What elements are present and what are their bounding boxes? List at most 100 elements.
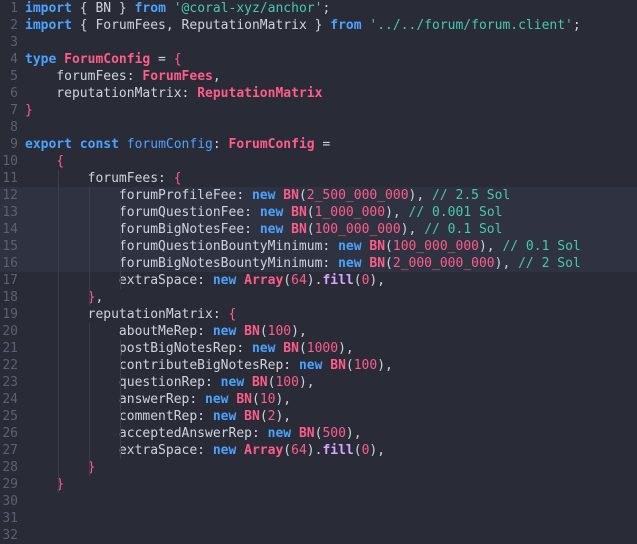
code-token: answerRep: bbox=[25, 392, 206, 407]
code-token: ), bbox=[377, 358, 393, 373]
code-line[interactable]: 10 { bbox=[0, 153, 637, 170]
line-content[interactable]: forumBigNotesFee: new BN(100_000_000), /… bbox=[18, 221, 503, 238]
line-content[interactable]: }, bbox=[18, 289, 104, 306]
code-token: import bbox=[25, 18, 72, 33]
line-number: 24 bbox=[2, 392, 18, 407]
line-content[interactable]: extraSpace: new Array(64).fill(0), bbox=[18, 272, 385, 289]
line-content[interactable]: forumBigNotesBountyMinimum: new BN(2_000… bbox=[18, 255, 581, 272]
code-token: ), bbox=[275, 409, 292, 424]
code-token: 100 bbox=[267, 324, 292, 339]
code-line[interactable]: 16 forumBigNotesBountyMinimum: new BN(2_… bbox=[0, 255, 637, 272]
code-line[interactable]: 12 forumProfileFee: new BN(2_500_000_000… bbox=[0, 187, 637, 204]
code-line[interactable]: 31 bbox=[0, 510, 637, 527]
code-editor[interactable]: 1 import { BN } from '@coral-xyz/anchor';… bbox=[0, 0, 637, 544]
line-content[interactable]: forumFees: ForumFees, bbox=[18, 68, 221, 85]
code-token: ReputationMatrix bbox=[197, 86, 323, 101]
code-line[interactable]: 25 commentRep: new BN(2), bbox=[0, 408, 637, 425]
code-line[interactable]: 22 contributeBigNotesRep: new BN(100), bbox=[0, 357, 637, 374]
code-line[interactable]: 32 bbox=[0, 527, 637, 544]
code-line[interactable]: 8 bbox=[0, 119, 637, 136]
code-token: , bbox=[212, 69, 221, 84]
line-content[interactable]: postBigNotesRep: new BN(1000), bbox=[18, 340, 354, 357]
code-line[interactable]: 4 type ForumConfig = { bbox=[0, 51, 637, 68]
indent-guide bbox=[120, 204, 121, 289]
line-content[interactable]: aboutMeRep: new BN(100), bbox=[18, 323, 307, 340]
code-line[interactable]: 7} bbox=[0, 102, 637, 119]
code-line[interactable]: 1 import { BN } from '@coral-xyz/anchor'; bbox=[0, 0, 637, 17]
code-line[interactable]: 20 aboutMeRep: new BN(100), bbox=[0, 323, 637, 340]
line-content[interactable]: forumQuestionFee: new BN(1_000_000), // … bbox=[18, 204, 503, 221]
code-area[interactable]: 1 import { BN } from '@coral-xyz/anchor';… bbox=[0, 0, 637, 544]
line-content[interactable]: export const forumConfig: ForumConfig = bbox=[18, 136, 330, 153]
code-token: questionRep: bbox=[25, 375, 221, 390]
line-content[interactable] bbox=[18, 527, 25, 544]
line-content[interactable] bbox=[18, 119, 25, 136]
code-line[interactable]: 30 bbox=[0, 493, 637, 510]
code-token: ( bbox=[345, 358, 354, 373]
code-token: aboutMeRep: bbox=[25, 324, 213, 339]
code-line[interactable]: 27 extraSpace: new Array(64).fill(0), bbox=[0, 442, 637, 459]
line-content[interactable]: reputationMatrix: { bbox=[18, 306, 237, 323]
line-content[interactable]: } bbox=[18, 102, 33, 119]
line-content[interactable] bbox=[18, 493, 25, 510]
code-line[interactable]: 14 forumBigNotesFee: new BN(100_000_000)… bbox=[0, 221, 637, 238]
code-line[interactable]: 11 forumFees: { bbox=[0, 170, 637, 187]
code-token: 2_500_000_000 bbox=[306, 188, 409, 203]
code-token: ), bbox=[345, 426, 362, 441]
line-content[interactable]: acceptedAnswerRep: new BN(500), bbox=[18, 425, 362, 442]
code-token: new bbox=[251, 341, 276, 356]
code-line[interactable]: 15 forumQuestionBountyMinimum: new BN(10… bbox=[0, 238, 637, 255]
line-content[interactable]: import { BN } from '@coral-xyz/anchor'; bbox=[18, 0, 330, 17]
line-content[interactable]: forumProfileFee: new BN(2_500_000_000), … bbox=[18, 187, 510, 204]
line-content[interactable] bbox=[18, 34, 25, 51]
code-token: 100_000_000 bbox=[314, 222, 401, 237]
code-line[interactable]: 23 questionRep: new BN(100), bbox=[0, 374, 637, 391]
code-token: new bbox=[298, 358, 323, 373]
line-content[interactable]: forumQuestionBountyMinimum: new BN(100_0… bbox=[18, 238, 581, 255]
code-line[interactable]: 6 reputationMatrix: ReputationMatrix bbox=[0, 85, 637, 102]
code-line[interactable]: 5 forumFees: ForumFees, bbox=[0, 68, 637, 85]
line-number: 6 bbox=[10, 86, 18, 101]
code-token: 500 bbox=[322, 426, 346, 441]
code-line[interactable]: 19 reputationMatrix: { bbox=[0, 306, 637, 323]
code-token: forumQuestionBountyMinimum: bbox=[25, 239, 339, 254]
code-token: ), bbox=[291, 324, 307, 339]
line-content[interactable]: } bbox=[18, 459, 96, 476]
code-line[interactable]: 17 extraSpace: new Array(64).fill(0), bbox=[0, 272, 637, 289]
line-number: 28 bbox=[2, 460, 18, 475]
line-content[interactable]: questionRep: new BN(100), bbox=[18, 374, 315, 391]
code-token: BN bbox=[236, 392, 252, 407]
code-token: 1000 bbox=[306, 341, 339, 356]
code-token: acceptedAnswerRep: bbox=[25, 426, 268, 441]
code-token: 64 bbox=[291, 443, 307, 458]
code-line[interactable]: 3 bbox=[0, 34, 637, 51]
line-content[interactable]: type ForumConfig = { bbox=[18, 51, 182, 68]
line-content[interactable] bbox=[18, 510, 25, 527]
code-line[interactable]: 18 }, bbox=[0, 289, 637, 306]
line-content[interactable]: contributeBigNotesRep: new BN(100), bbox=[18, 357, 393, 374]
code-line[interactable]: 29 } bbox=[0, 476, 637, 493]
code-line[interactable]: 28 } bbox=[0, 459, 637, 476]
line-content[interactable]: import { ForumFees, ReputationMatrix } f… bbox=[18, 17, 581, 34]
line-content[interactable]: extraSpace: new Array(64).fill(0), bbox=[18, 442, 385, 459]
line-content[interactable]: forumFees: { bbox=[18, 170, 182, 187]
code-token: = bbox=[314, 137, 331, 152]
code-line[interactable]: 21 postBigNotesRep: new BN(1000), bbox=[0, 340, 637, 357]
code-token: ( bbox=[353, 273, 362, 288]
line-number: 7 bbox=[10, 103, 18, 118]
line-content[interactable]: { bbox=[18, 153, 64, 170]
line-number: 30 bbox=[2, 494, 18, 509]
line-content[interactable]: reputationMatrix: ReputationMatrix bbox=[18, 85, 322, 102]
code-token: ForumConfig bbox=[64, 52, 151, 67]
code-line[interactable]: 13 forumQuestionFee: new BN(1_000_000), … bbox=[0, 204, 637, 221]
code-token: ( bbox=[259, 324, 268, 339]
code-line[interactable]: 2 import { ForumFees, ReputationMatrix } … bbox=[0, 17, 637, 34]
code-line[interactable]: 9 export const forumConfig: ForumConfig = bbox=[0, 136, 637, 153]
code-line[interactable]: 26 acceptedAnswerRep: new BN(500), bbox=[0, 425, 637, 442]
code-line[interactable]: 24 answerRep: new BN(10), bbox=[0, 391, 637, 408]
line-number: 13 bbox=[2, 205, 18, 220]
line-number: 25 bbox=[2, 409, 18, 424]
